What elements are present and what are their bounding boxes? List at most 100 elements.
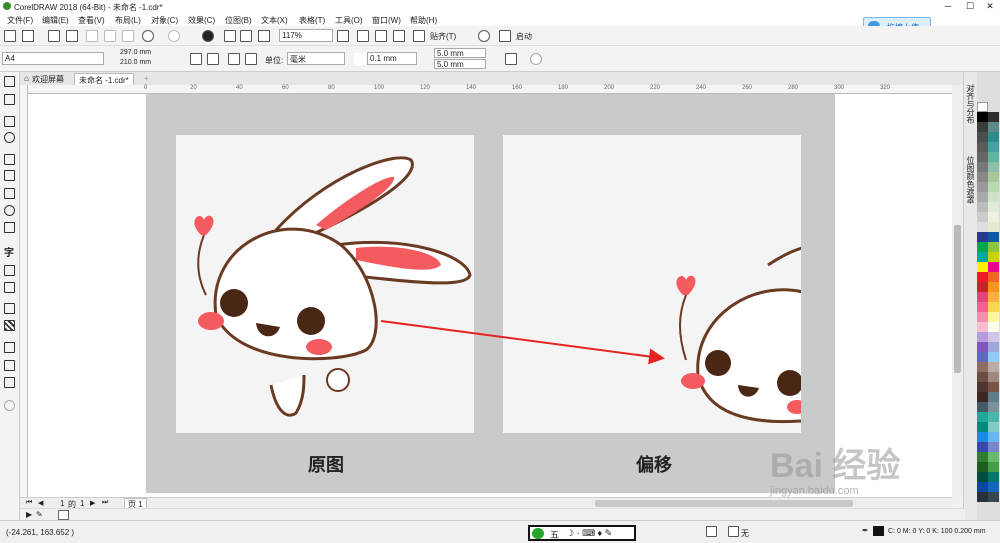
menu-window[interactable]: 窗口(W) [372,15,401,26]
palette-swatch[interactable] [977,492,988,502]
palette-swatch[interactable] [988,242,999,252]
palette-swatch[interactable] [988,122,999,132]
snap-to-dropdown[interactable]: 贴齐(T) [430,31,456,42]
eyedropper-icon[interactable]: ✎ [36,510,43,519]
menu-effects[interactable]: 效果(C) [188,15,215,26]
palette-swatch[interactable] [988,312,999,322]
palette-swatch[interactable] [988,292,999,302]
add-tool-icon[interactable] [4,400,15,411]
palette-swatch[interactable] [988,302,999,312]
palette-swatch[interactable] [977,282,988,292]
menu-view[interactable]: 查看(V) [78,15,105,26]
palette-swatch[interactable] [988,182,999,192]
undo-icon[interactable] [142,30,154,42]
palette-swatch[interactable] [988,172,999,182]
menu-text[interactable]: 文本(X) [261,15,288,26]
palette-swatch[interactable] [977,142,988,152]
shape-tool-icon[interactable] [4,94,15,105]
palette-swatch[interactable] [977,302,988,312]
menu-object[interactable]: 对象(C) [151,15,178,26]
palette-swatch[interactable] [977,272,988,282]
maximize-button[interactable]: ☐ [960,0,980,13]
vertical-scrollbar[interactable] [952,85,963,497]
menu-file[interactable]: 文件(F) [7,15,33,26]
palette-swatch[interactable] [988,132,999,142]
publish-pdf-icon[interactable] [258,30,270,42]
color-palette[interactable] [977,72,1000,520]
palette-swatch[interactable] [988,382,999,392]
duplicate-y-field[interactable]: 5.0 mm [434,59,486,69]
ellipse-tool-icon[interactable] [4,205,15,216]
vertical-scroll-thumb[interactable] [954,225,961,373]
last-page-icon[interactable]: ⏭ [102,499,108,507]
palette-swatch[interactable] [988,232,999,242]
zoom-tool-icon[interactable] [4,132,15,143]
page-height-field[interactable]: 210.0 mm [118,59,168,69]
pick-tool-icon[interactable] [4,76,15,87]
horizontal-scroll-thumb[interactable] [595,500,853,507]
palette-swatch[interactable] [977,392,988,402]
new-document-icon[interactable] [4,30,16,42]
artistic-media-icon[interactable] [4,170,15,181]
palette-swatch[interactable] [988,262,999,272]
eyedropper-icon[interactable] [4,342,15,353]
redo-icon[interactable] [168,30,180,42]
palette-swatch[interactable] [977,132,988,142]
cut-icon[interactable] [86,30,98,42]
palette-swatch[interactable] [988,332,999,342]
ime-mode[interactable]: 五 [550,528,559,541]
docker-align-distribute[interactable]: 对齐与分布 [965,84,976,124]
palette-swatch[interactable] [977,482,988,492]
palette-swatch[interactable] [988,322,999,332]
palette-swatch[interactable] [988,462,999,472]
smart-fill-icon[interactable] [4,377,15,388]
palette-swatch[interactable] [977,252,988,262]
current-page-icon[interactable] [245,53,257,65]
treat-as-filled-icon[interactable] [505,53,517,65]
palette-swatch[interactable] [977,362,988,372]
all-pages-icon[interactable] [228,53,240,65]
palette-swatch[interactable] [988,202,999,212]
open-icon[interactable] [22,30,34,42]
palette-swatch[interactable] [988,472,999,482]
document-page[interactable]: 原图 偏移 [146,94,835,493]
no-color-swatch[interactable] [977,102,988,112]
palette-swatch[interactable] [988,212,999,222]
palette-swatch[interactable] [977,172,988,182]
zoom-level-field[interactable]: 117% [279,29,333,42]
palette-swatch[interactable] [988,282,999,292]
palette-swatch[interactable] [977,242,988,252]
palette-swatch[interactable] [977,382,988,392]
palette-swatch[interactable] [977,402,988,412]
show-guidelines-icon[interactable] [393,30,405,42]
palette-swatch[interactable] [977,342,988,352]
portrait-icon[interactable] [190,53,202,65]
palette-swatch[interactable] [977,332,988,342]
palette-swatch[interactable] [977,372,988,382]
parallel-dimension-icon[interactable] [4,265,15,276]
tab-document[interactable]: 未命名 -1.cdr* [74,73,134,85]
palette-swatch[interactable] [977,312,988,322]
palette-swatch[interactable] [977,432,988,442]
palette-swatch[interactable] [977,122,988,132]
palette-swatch[interactable] [977,262,988,272]
tab-welcome[interactable]: 欢迎屏幕 [28,73,68,85]
add-toolbar-icon[interactable] [530,53,542,65]
page-width-field[interactable]: 297.0 mm [118,49,168,59]
duplicate-x-field[interactable]: 5.0 mm [434,48,486,58]
palette-swatch[interactable] [977,222,988,232]
next-page-icon[interactable]: ▶ [90,499,95,507]
palette-swatch[interactable] [988,392,999,402]
palette-swatch[interactable] [977,192,988,202]
first-page-icon[interactable]: ⏮ [26,499,32,507]
palette-arrow-icon[interactable]: ▶ [26,510,32,519]
landscape-icon[interactable] [207,53,219,65]
page-size-select[interactable]: A4 [2,52,104,65]
palette-swatch[interactable] [977,292,988,302]
palette-swatch[interactable] [977,462,988,472]
minimize-button[interactable]: ─ [938,0,958,13]
palette-swatch[interactable] [977,422,988,432]
palette-swatch[interactable] [988,352,999,362]
add-tab-icon[interactable]: + [140,73,153,85]
palette-swatch[interactable] [988,412,999,422]
